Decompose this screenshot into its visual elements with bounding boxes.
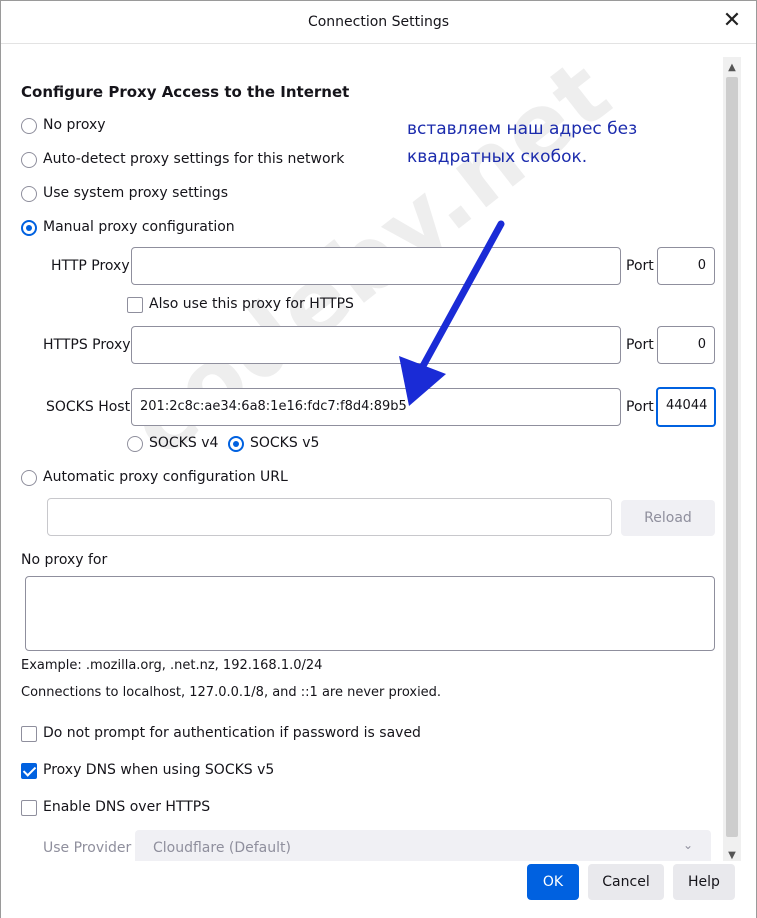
https-port-label: Port [626, 337, 654, 353]
reload-button[interactable]: Reload [621, 500, 715, 536]
dialog-buttons: OK Cancel Help [1, 861, 756, 918]
https-port-input[interactable]: 0 [657, 326, 715, 364]
checkbox[interactable] [127, 297, 143, 313]
radio-label: No proxy [43, 117, 106, 133]
auto-config-url-input[interactable] [47, 498, 612, 536]
radio-button[interactable] [21, 118, 37, 134]
http-port-label: Port [626, 258, 654, 274]
help-button[interactable]: Help [673, 864, 735, 900]
radio-label: SOCKS v4 [149, 435, 219, 451]
dialog-title: Connection Settings [307, 14, 450, 30]
radio-label: Automatic proxy configuration URL [43, 469, 288, 485]
https-proxy-label: HTTPS Proxy [43, 337, 131, 353]
checkbox[interactable] [21, 726, 37, 742]
http-proxy-input[interactable] [131, 247, 621, 285]
ok-button[interactable]: OK [527, 864, 579, 900]
checkbox-label: Do not prompt for authentication if pass… [43, 725, 421, 741]
socks-port-input[interactable]: 44044 [656, 387, 716, 427]
annotation-text: вставляем наш адрес без квадратных скобо… [407, 115, 637, 171]
http-proxy-label: HTTP Proxy [51, 258, 130, 274]
chevron-down-icon: ⌄ [682, 838, 693, 852]
scroll-up-icon[interactable]: ▲ [723, 59, 741, 77]
section-heading: Configure Proxy Access to the Internet [21, 83, 350, 101]
radio-button[interactable] [21, 186, 37, 202]
https-proxy-input[interactable] [131, 326, 621, 364]
socks-host-input[interactable]: 201:2c8c:ae34:6a8:1e16:fdc7:f8d4:89b5 [131, 388, 621, 426]
http-port-input[interactable]: 0 [657, 247, 715, 285]
checkbox-label: Also use this proxy for HTTPS [149, 296, 354, 312]
annotation-line-2: квадратных скобок. [407, 147, 588, 167]
checkbox-label: Enable DNS over HTTPS [43, 799, 211, 815]
radio-button[interactable] [228, 436, 244, 452]
connection-settings-dialog: Connection Settings ✕ codeby.net Configu… [0, 0, 757, 918]
radio-button[interactable] [127, 436, 143, 452]
radio-button[interactable] [21, 470, 37, 486]
scrollbar-thumb[interactable] [726, 77, 738, 837]
dialog-content: codeby.net Configure Proxy Access to the… [1, 45, 721, 865]
radio-label: Manual proxy configuration [43, 219, 235, 235]
title-bar: Connection Settings ✕ [1, 1, 756, 44]
example-hint: Example: .mozilla.org, .net.nz, 192.168.… [21, 658, 323, 673]
checkbox[interactable] [21, 763, 37, 779]
radio-label: SOCKS v5 [250, 435, 320, 451]
checkbox-label: Proxy DNS when using SOCKS v5 [43, 762, 275, 778]
radio-button[interactable] [21, 220, 37, 236]
provider-select[interactable]: Cloudflare (Default) ⌄ [135, 830, 711, 865]
annotation-arrow-icon [399, 220, 505, 406]
radio-label: Auto-detect proxy settings for this netw… [43, 151, 345, 167]
radio-label: Use system proxy settings [43, 185, 228, 201]
cancel-button[interactable]: Cancel [588, 864, 664, 900]
localhost-hint: Connections to localhost, 127.0.0.1/8, a… [21, 685, 442, 700]
checkbox[interactable] [21, 800, 37, 816]
socks-port-label: Port [626, 399, 654, 415]
close-icon[interactable]: ✕ [722, 10, 742, 32]
socks-host-label: SOCKS Host [46, 399, 131, 415]
use-provider-label: Use Provider [43, 840, 132, 856]
no-proxy-for-textarea[interactable] [25, 576, 715, 651]
radio-button[interactable] [21, 152, 37, 168]
no-proxy-for-label: No proxy for [21, 552, 108, 568]
provider-value: Cloudflare (Default) [153, 840, 291, 856]
annotation-line-1: вставляем наш адрес без [407, 119, 638, 139]
